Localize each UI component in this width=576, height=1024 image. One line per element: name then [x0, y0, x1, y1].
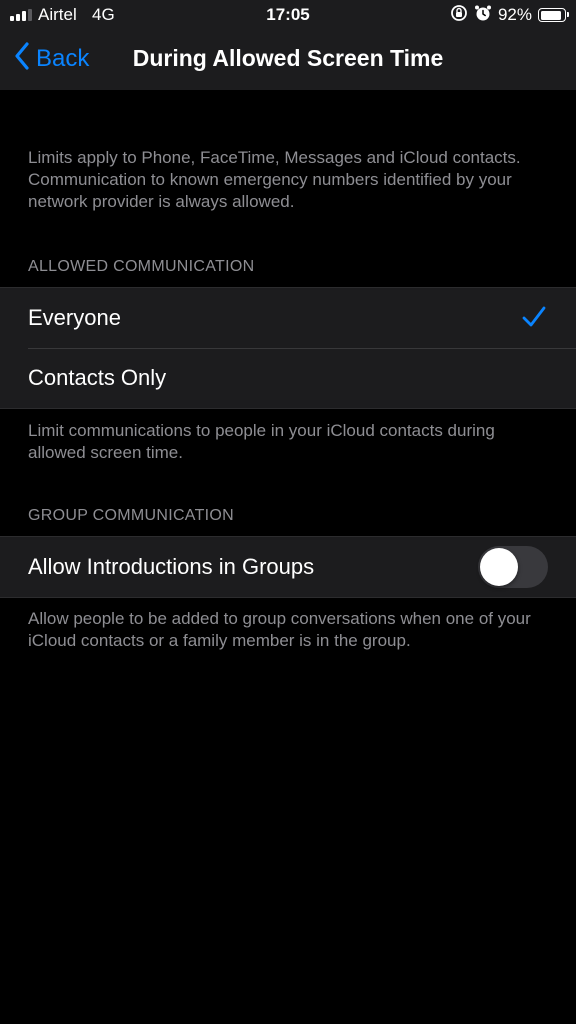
toggle-label: Allow Introductions in Groups: [28, 554, 315, 579]
option-everyone[interactable]: Everyone: [0, 288, 576, 348]
battery-percent: 92%: [497, 5, 532, 24]
battery-icon: [538, 8, 569, 22]
page-title: During Allowed Screen Time: [132, 45, 444, 71]
allow-introductions-toggle[interactable]: [478, 546, 548, 588]
toggle-knob: [480, 548, 518, 586]
group-communication-group: Allow Introductions in Groups: [0, 536, 576, 598]
section-header-group-communication: GROUP COMMUNICATION: [28, 507, 234, 524]
alarm-icon: [474, 4, 492, 27]
allowed-communication-group: Everyone Contacts Only: [0, 287, 576, 409]
allowed-communication-footer: Limit communications to people in your i…: [28, 421, 495, 462]
status-bar: Airtel 4G 17:05 92%: [0, 0, 576, 30]
intro-description: Limits apply to Phone, FaceTime, Message…: [28, 148, 521, 211]
option-label: Contacts Only: [28, 365, 167, 390]
group-communication-footer: Allow people to be added to group conver…: [28, 609, 531, 650]
checkmark-icon: [522, 306, 546, 333]
option-contacts-only[interactable]: Contacts Only: [0, 348, 576, 408]
section-header-allowed-communication: ALLOWED COMMUNICATION: [28, 258, 255, 275]
option-label: Everyone: [28, 305, 121, 330]
navigation-bar: Back During Allowed Screen Time: [0, 30, 576, 90]
allow-introductions-row: Allow Introductions in Groups: [0, 537, 576, 597]
orientation-lock-icon: [450, 4, 468, 27]
